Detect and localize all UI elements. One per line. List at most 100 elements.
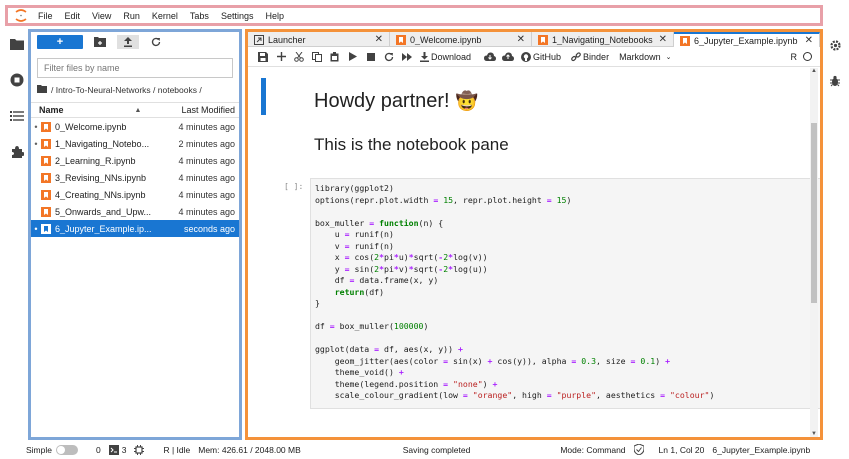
notebook-content[interactable]: Howdy partner! 🤠 This is the notebook pa… bbox=[248, 68, 820, 437]
left-sidebar-rail bbox=[5, 30, 29, 438]
file-list-item[interactable]: 2_Learning_R.ipynb 4 minutes ago bbox=[31, 152, 239, 169]
menu-run[interactable]: Run bbox=[123, 11, 140, 21]
file-modified: 4 minutes ago bbox=[178, 155, 235, 166]
tab-welcome[interactable]: 0_Welcome.ipynb ✕ bbox=[390, 32, 532, 47]
binder-button[interactable]: Binder bbox=[571, 52, 609, 62]
file-list-item[interactable]: • 1_Navigating_Notebo... 2 minutes ago bbox=[31, 135, 239, 152]
file-modified: 4 minutes ago bbox=[178, 206, 235, 217]
code-editor[interactable]: library(ggplot2) options(repr.plot.width… bbox=[310, 178, 820, 409]
file-list-item[interactable]: 3_Revising_NNs.ipynb 4 minutes ago bbox=[31, 169, 239, 186]
menu-tabs[interactable]: Tabs bbox=[190, 11, 209, 21]
cowboy-emoji: 🤠 bbox=[455, 91, 479, 111]
tab-launcher[interactable]: Launcher ✕ bbox=[248, 32, 390, 47]
run-all-button[interactable] bbox=[398, 49, 416, 65]
puzzle-icon[interactable] bbox=[9, 144, 25, 160]
interrupt-button[interactable] bbox=[362, 49, 380, 65]
filter-files-field[interactable] bbox=[37, 58, 233, 78]
new-folder-button[interactable] bbox=[89, 35, 111, 49]
folder-icon[interactable] bbox=[37, 85, 47, 95]
tab-close-icon[interactable]: ✕ bbox=[375, 34, 383, 45]
download-icon bbox=[420, 51, 429, 62]
bug-icon[interactable] bbox=[828, 74, 842, 88]
menu-settings[interactable]: Settings bbox=[221, 11, 254, 21]
column-name-header[interactable]: Name bbox=[39, 105, 135, 115]
refresh-button[interactable] bbox=[145, 35, 167, 49]
file-modified: 4 minutes ago bbox=[178, 189, 235, 200]
tab-jupyter-example[interactable]: 6_Jupyter_Example.ipynb ✕ bbox=[674, 32, 820, 47]
file-browser-toolbar: + bbox=[31, 32, 239, 52]
tab-close-icon[interactable]: ✕ bbox=[659, 34, 667, 45]
menu-kernel[interactable]: Kernel bbox=[152, 11, 178, 21]
file-name: 4_Creating_NNs.ipynb bbox=[55, 189, 146, 200]
file-name: 6_Jupyter_Example.ip... bbox=[55, 223, 152, 234]
breadcrumb-path[interactable]: / Intro-To-Neural-Networks / notebooks / bbox=[51, 85, 202, 95]
restart-icon bbox=[384, 52, 394, 61]
scroll-up-icon[interactable]: ▲ bbox=[810, 68, 818, 74]
tab-close-icon[interactable]: ✕ bbox=[517, 34, 525, 45]
file-name: 0_Welcome.ipynb bbox=[55, 121, 127, 132]
save-button[interactable] bbox=[254, 49, 272, 65]
menu-help[interactable]: Help bbox=[265, 11, 284, 21]
cloud-upload-button[interactable] bbox=[499, 49, 517, 65]
refresh-icon bbox=[151, 37, 161, 47]
new-launcher-button[interactable]: + bbox=[37, 35, 83, 49]
simple-mode-toggle[interactable] bbox=[55, 444, 78, 455]
github-button[interactable]: GitHub bbox=[521, 51, 561, 62]
kernel-status[interactable]: R | Idle bbox=[163, 445, 190, 455]
notebook-icon bbox=[41, 206, 51, 217]
scrollbar-thumb[interactable] bbox=[811, 123, 817, 303]
save-icon bbox=[258, 51, 268, 62]
menu-file[interactable]: File bbox=[38, 11, 53, 21]
cell-prompt: [ ]: bbox=[284, 182, 304, 191]
cloud-download-icon bbox=[484, 52, 497, 61]
file-list-item[interactable]: 5_Onwards_and_Upw... 4 minutes ago bbox=[31, 203, 239, 220]
scroll-down-icon[interactable]: ▼ bbox=[810, 431, 818, 437]
tab-navigating-notebooks[interactable]: 1_Navigating_Notebooks.ip ✕ bbox=[532, 32, 674, 47]
simple-mode-label: Simple bbox=[26, 444, 52, 455]
paste-button[interactable] bbox=[326, 49, 344, 65]
cell-type-select[interactable]: Markdown ⌄ bbox=[619, 52, 671, 62]
column-modified-header[interactable]: Last Modified bbox=[181, 105, 235, 115]
markdown-cell[interactable]: Howdy partner! 🤠 This is the notebook pa… bbox=[248, 68, 820, 178]
running-indicator: • bbox=[34, 138, 38, 149]
menu-view[interactable]: View bbox=[92, 11, 111, 21]
file-list-item[interactable]: • 6_Jupyter_Example.ip... seconds ago bbox=[31, 220, 239, 237]
cut-button[interactable] bbox=[290, 49, 308, 65]
file-list-item[interactable]: • 0_Welcome.ipynb 4 minutes ago bbox=[31, 118, 239, 135]
kernel-name[interactable]: R bbox=[791, 52, 798, 62]
cloud-upload-icon bbox=[502, 52, 515, 61]
file-list-item[interactable]: 4_Creating_NNs.ipynb 4 minutes ago bbox=[31, 186, 239, 203]
gear-icon[interactable] bbox=[828, 38, 842, 52]
settings-status-item[interactable] bbox=[134, 444, 147, 455]
folder-icon[interactable] bbox=[9, 36, 25, 52]
list-icon[interactable] bbox=[9, 108, 25, 124]
terminal-count[interactable]: 0 bbox=[96, 445, 101, 455]
restart-button[interactable] bbox=[380, 49, 398, 65]
cloud-download-button[interactable] bbox=[481, 49, 499, 65]
run-button[interactable] bbox=[344, 49, 362, 65]
copy-button[interactable] bbox=[308, 49, 326, 65]
cursor-position[interactable]: Ln 1, Col 20 bbox=[659, 445, 705, 455]
binder-link-icon bbox=[571, 51, 581, 61]
file-browser-panel: + / Intro-To-Neural-Networks / notebooks… bbox=[28, 29, 242, 440]
file-name: 3_Revising_NNs.ipynb bbox=[55, 172, 147, 183]
scissors-icon bbox=[294, 51, 304, 62]
stop-circle-icon[interactable] bbox=[9, 72, 25, 88]
kernel-count[interactable]: 3 bbox=[108, 444, 126, 455]
menu-edit[interactable]: Edit bbox=[65, 11, 81, 21]
fast-forward-icon bbox=[402, 52, 412, 61]
status-message: Saving completed bbox=[402, 444, 471, 455]
cell-collapser[interactable] bbox=[261, 78, 266, 115]
filter-files-input[interactable] bbox=[44, 63, 226, 73]
trusted-status[interactable] bbox=[633, 444, 647, 455]
file-modified: 2 minutes ago bbox=[178, 138, 235, 149]
notebook-scrollbar[interactable]: ▲ ▼ bbox=[810, 68, 818, 437]
download-button[interactable]: Download bbox=[420, 51, 471, 62]
upload-button[interactable] bbox=[117, 35, 139, 49]
tab-close-icon[interactable]: ✕ bbox=[805, 35, 813, 46]
insert-cell-button[interactable] bbox=[272, 49, 290, 65]
notebook-heading-1: Howdy partner! 🤠 bbox=[314, 90, 479, 112]
cpu-icon bbox=[134, 444, 145, 455]
running-indicator: • bbox=[34, 121, 38, 132]
main-dock-panel: Launcher ✕ 0_Welcome.ipynb ✕ 1_Navigatin… bbox=[245, 29, 823, 440]
